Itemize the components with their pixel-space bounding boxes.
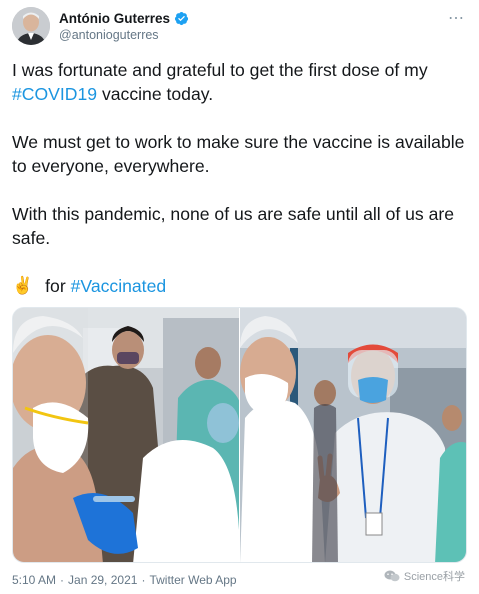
author-display-name[interactable]: António Guterres <box>59 11 170 26</box>
tweet-time[interactable]: 5:10 AM <box>12 573 56 587</box>
watermark-text: Science科学 <box>403 571 465 583</box>
hashtag-vaccinated-link[interactable]: #Vaccinated <box>71 274 167 298</box>
tweet-photo-2[interactable] <box>240 308 466 562</box>
tweet-paragraph-3: With this pandemic, none of us are safe … <box>12 204 455 248</box>
avatar-image <box>12 7 50 45</box>
tweet-footer: 5:10 AM · Jan 29, 2021 · Twitter Web App <box>12 573 237 587</box>
footer-separator: · <box>60 573 65 587</box>
text-segment: vaccine today. <box>97 84 214 104</box>
author-handle[interactable]: @antonioguterres <box>59 28 189 42</box>
tweet-paragraph-4: ✌️ for #Vaccinated <box>12 274 467 298</box>
tweet-date[interactable]: Jan 29, 2021 <box>68 573 137 587</box>
watermark: Science科学 <box>384 568 465 584</box>
tweet-photo-1[interactable] <box>13 308 239 562</box>
tweet-text: I was fortunate and grateful to get the … <box>12 58 467 298</box>
tweet-source-app[interactable]: Twitter Web App <box>149 573 236 587</box>
hashtag-covid19-link[interactable]: #COVID19 <box>12 84 97 104</box>
name-row: António Guterres <box>59 11 189 26</box>
wechat-logo-icon <box>384 570 400 582</box>
tweet-paragraph-2: We must get to work to make sure the vac… <box>12 132 465 176</box>
photo-vaccination-left <box>13 308 239 562</box>
tweet-media-grid <box>12 307 467 563</box>
author-names: António Guterres @antonioguterres <box>59 11 189 42</box>
ellipsis-icon[interactable]: ⋯ <box>448 8 465 28</box>
photo-vaccination-right <box>240 308 466 562</box>
verified-badge-icon <box>174 11 189 25</box>
footer-separator: · <box>141 573 146 587</box>
text-segment: I was fortunate and grateful to get the … <box>12 60 428 80</box>
tweet-paragraph-1: I was fortunate and grateful to get the … <box>12 58 467 106</box>
text-segment: for <box>45 276 66 296</box>
tweet-card: António Guterres @antonioguterres ⋯ I wa… <box>0 0 479 594</box>
victory-hand-icon: ✌️ <box>12 276 34 295</box>
avatar[interactable] <box>12 7 50 45</box>
tweet-header: António Guterres @antonioguterres ⋯ <box>12 6 467 46</box>
